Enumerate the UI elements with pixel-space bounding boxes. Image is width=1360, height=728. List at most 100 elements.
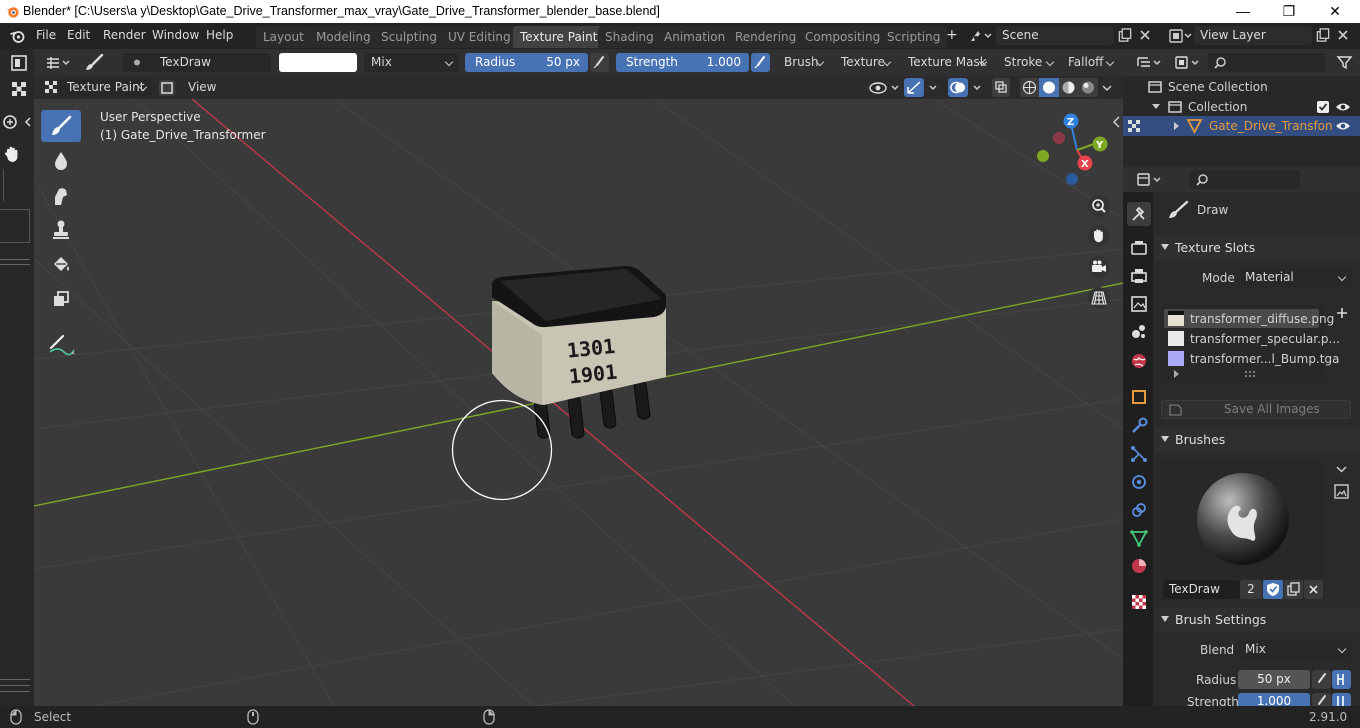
overlay-toggle-icon[interactable]: [948, 78, 988, 97]
tab-texture-paint[interactable]: Texture Paint: [513, 26, 605, 48]
mask-toggle-icon[interactable]: [158, 79, 176, 97]
object-visibility-eye-icon[interactable]: [1335, 119, 1351, 133]
gizmo-neg-z[interactable]: [1066, 173, 1078, 185]
radius-slider[interactable]: Radius 50 px: [465, 53, 588, 72]
output-tab-icon[interactable]: [1127, 264, 1151, 288]
radius-pressure-icon[interactable]: [590, 53, 609, 72]
scene-tab-icon[interactable]: [1127, 320, 1151, 344]
world-tab-icon[interactable]: [1127, 349, 1151, 373]
tab-modeling[interactable]: Modeling: [309, 26, 378, 48]
navigation-gizmo[interactable]: Z Y X: [1037, 113, 1108, 186]
particles-tab-icon[interactable]: [1127, 442, 1151, 466]
tab-sculpting[interactable]: Sculpting: [374, 26, 445, 48]
blend-mode-dropdown[interactable]: Mix: [364, 53, 458, 72]
collection-checkbox-icon[interactable]: [1316, 100, 1330, 114]
brush-strength-unit-icon[interactable]: [1332, 693, 1351, 706]
maximize-button[interactable]: ❐: [1266, 0, 1312, 23]
menu-window[interactable]: Window: [152, 28, 199, 42]
tab-animation[interactable]: Animation: [657, 26, 733, 48]
stroke-menu[interactable]: Stroke: [997, 53, 1059, 72]
strength-slider[interactable]: Strength 1.000: [616, 53, 749, 72]
save-all-images-button[interactable]: Save All Images: [1161, 400, 1351, 419]
brush-settings-panel-header[interactable]: Brush Settings: [1155, 608, 1360, 632]
tab-compositing[interactable]: Compositing: [798, 26, 888, 48]
new-scene-icon[interactable]: [1117, 28, 1133, 43]
xray-toggle-icon[interactable]: [992, 78, 1010, 97]
view-layer-selector-icon[interactable]: [1168, 28, 1194, 44]
new-view-layer-icon[interactable]: [1315, 28, 1331, 43]
camera-view-icon[interactable]: [1087, 255, 1111, 279]
fake-user-shield-icon[interactable]: [1263, 580, 1283, 599]
properties-search-input[interactable]: [1190, 170, 1300, 189]
list-resize-grip-icon[interactable]: [1244, 370, 1258, 378]
collection-visibility-eye-icon[interactable]: [1335, 100, 1351, 114]
display-mode-icon[interactable]: [1173, 54, 1203, 71]
mask-tool-button[interactable]: [41, 284, 81, 316]
scene-selector-icon[interactable]: [968, 28, 994, 44]
texture-tab-icon[interactable]: [1127, 590, 1151, 614]
brush-image-icon[interactable]: [1333, 483, 1350, 500]
soften-tool-button[interactable]: [41, 145, 81, 177]
brush-specials-icon[interactable]: [1333, 461, 1350, 478]
brush-strength-pressure-icon[interactable]: [1312, 693, 1331, 706]
brush-tool-icon[interactable]: [84, 53, 106, 72]
perspective-toggle-icon[interactable]: [1087, 286, 1111, 310]
menu-render[interactable]: Render: [103, 28, 146, 42]
falloff-menu[interactable]: Falloff: [1061, 53, 1119, 72]
blender-menu-icon[interactable]: [9, 28, 26, 44]
brush-name-field[interactable]: TexDraw: [1163, 580, 1240, 599]
add-texture-slot-icon[interactable]: [1334, 305, 1350, 321]
texture-menu[interactable]: Texture: [834, 53, 896, 72]
shading-options-icon[interactable]: [1098, 79, 1116, 97]
brush-radius-pressure-icon[interactable]: [1312, 670, 1331, 689]
brush-blend-dropdown[interactable]: Mix: [1238, 640, 1351, 659]
physics-tab-icon[interactable]: [1127, 470, 1151, 494]
tab-rendering[interactable]: Rendering: [728, 26, 804, 48]
texture-slot-diffuse[interactable]: transformer_diffuse.png: [1190, 312, 1334, 326]
pan-hand-icon[interactable]: [2, 144, 22, 164]
tab-scripting[interactable]: Scripting: [880, 26, 948, 48]
outliner-object[interactable]: Gate_Drive_Transfon: [1209, 119, 1333, 133]
delete-view-layer-icon[interactable]: [1336, 28, 1350, 42]
sidebar-toggle-icon[interactable]: [1112, 115, 1122, 129]
tab-layout[interactable]: Layout: [256, 26, 311, 48]
collection-expand-icon[interactable]: [1151, 101, 1161, 111]
editor-type-icon[interactable]: [44, 54, 74, 71]
brush-menu[interactable]: Brush: [777, 53, 829, 72]
render-tab-icon[interactable]: [1127, 236, 1151, 260]
shading-mode-icons[interactable]: [1020, 78, 1098, 97]
minimize-button[interactable]: —: [1220, 0, 1266, 23]
annotate-tool-button[interactable]: [41, 326, 81, 358]
scene-name-field[interactable]: Scene: [996, 26, 1114, 45]
duplicate-brush-icon[interactable]: [1284, 580, 1303, 599]
properties-editor-type-icon[interactable]: [1135, 171, 1165, 188]
material-tab-icon[interactable]: [1127, 554, 1151, 578]
texture-slot-bump[interactable]: transformer...l_Bump.tga: [1190, 352, 1339, 366]
data-tab-icon[interactable]: [1127, 526, 1151, 550]
object-expand-icon[interactable]: [1171, 121, 1181, 131]
outliner-editor-type-icon[interactable]: [1135, 54, 1165, 71]
gizmo-neg-x[interactable]: [1053, 132, 1065, 144]
mode-dropdown[interactable]: Texture Paint: [60, 78, 152, 97]
strength-pressure-icon[interactable]: [751, 53, 770, 72]
gizmo-neg-y[interactable]: [1037, 150, 1049, 162]
zoom-icon[interactable]: [0, 113, 34, 133]
brush-radius-field[interactable]: 50 px: [1238, 670, 1310, 689]
checker-icon[interactable]: [10, 80, 28, 98]
brush-datablock-field[interactable]: TexDraw: [122, 53, 271, 72]
add-workspace-button[interactable]: +: [946, 27, 958, 43]
view-layer-tab-icon[interactable]: [1127, 292, 1151, 316]
zoom-view-icon[interactable]: [1087, 194, 1111, 218]
viewport-scene[interactable]: 1301 1901 Z Y X: [34, 99, 1123, 706]
constraints-tab-icon[interactable]: [1127, 498, 1151, 522]
draw-tool-button[interactable]: [41, 110, 81, 142]
tab-shading[interactable]: Shading: [598, 26, 661, 48]
outliner-collection[interactable]: Collection: [1188, 100, 1247, 114]
clone-tool-button[interactable]: [41, 214, 81, 246]
fill-tool-button[interactable]: [41, 249, 81, 281]
gate-drive-transformer-model[interactable]: 1301 1901: [492, 266, 666, 439]
menu-edit[interactable]: Edit: [67, 28, 90, 42]
delete-scene-icon[interactable]: [1138, 28, 1152, 42]
brush-color-swatch[interactable]: [279, 53, 357, 72]
image-editor-icon[interactable]: [10, 54, 28, 72]
